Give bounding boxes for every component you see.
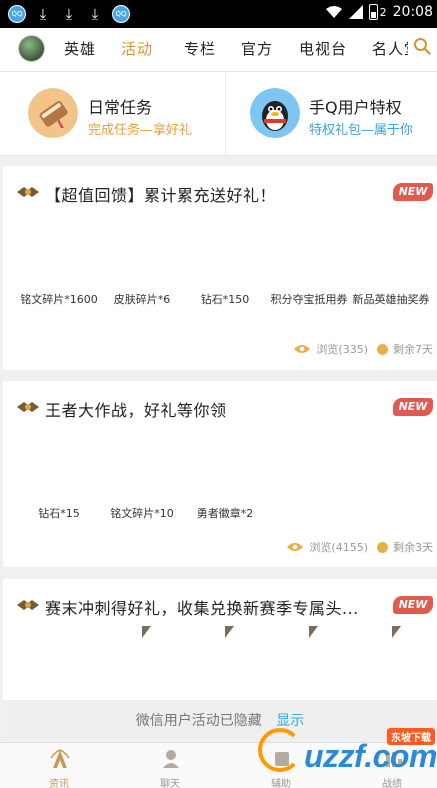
view-count: 浏览(335)	[316, 343, 368, 356]
activity-title: 赛末冲刺得好礼，收集兑换新赛季专属头...	[45, 599, 359, 618]
tab-hall-of-fame-clip: 名人堂	[372, 28, 408, 72]
clock-icon	[377, 541, 388, 553]
watermark-tag: 东坡下载	[387, 728, 435, 745]
status-time: 20:08	[392, 4, 433, 20]
reward-item: 铭文碎片*1600	[20, 293, 98, 306]
quick-cards: 日常任务 完成任务—拿好礼 手Q用户特权 特权礼包—属于你	[0, 72, 437, 156]
daily-task-subtitle: 完成任务—拿好礼	[88, 123, 193, 138]
daily-task-title: 日常任务	[88, 98, 153, 117]
activity-card[interactable]: 王者大作战，好礼等你领 NEW 钻石*15 铭文碎片*10 勇者徽章*2 浏览(…	[3, 381, 437, 567]
eye-icon	[287, 543, 304, 551]
tab-official[interactable]: 官方	[241, 38, 273, 59]
news-icon	[50, 749, 70, 768]
clock-icon	[377, 343, 388, 355]
tab-label: 聊天	[160, 779, 180, 788]
tab-columns[interactable]: 专栏	[184, 38, 216, 59]
activity-card[interactable]: 赛末冲刺得好礼，收集兑换新赛季专属头... NEW	[3, 579, 437, 700]
new-badge: NEW	[393, 398, 433, 416]
reward-image-placeholder	[309, 626, 318, 638]
qq-penguin-icon	[250, 88, 300, 138]
reward-image-placeholder	[225, 626, 234, 638]
view-count: 浏览(4155)	[309, 541, 368, 554]
tab-heroes[interactable]: 英雄	[64, 38, 96, 59]
activity-title: 【超值回馈】累计累充送好礼！	[45, 186, 277, 205]
tab-label: 资讯	[49, 779, 69, 788]
reward-item: 钻石*15	[38, 507, 80, 520]
quick-divider	[225, 72, 226, 156]
game-logo-icon	[17, 402, 39, 412]
reward-item: 钻石*150	[200, 293, 250, 306]
signal-icon	[348, 5, 363, 19]
tab-chat[interactable]: 聊天	[126, 743, 214, 788]
reward-item: 新品英雄抽奖券	[352, 293, 430, 306]
scroll-icon	[28, 88, 78, 138]
search-icon[interactable]	[413, 37, 431, 55]
qq-privilege-subtitle: 特权礼包—属于你	[309, 123, 414, 138]
site-watermark: uzzf.com 东坡下载	[252, 726, 437, 788]
download-icon: ⤓	[91, 5, 99, 23]
eye-icon	[294, 345, 311, 353]
watermark-ring	[258, 728, 302, 772]
chat-icon	[163, 750, 179, 768]
new-badge: NEW	[393, 596, 433, 614]
activity-title: 王者大作战，好礼等你领	[45, 401, 227, 420]
app-circle-icon: QQ	[112, 5, 130, 23]
remaining-days: 剩余7天	[393, 343, 433, 356]
download-icon: ⤓	[39, 5, 47, 23]
new-badge: NEW	[393, 183, 433, 201]
reward-image-placeholder	[142, 626, 151, 638]
activity-stats: 浏览(4155) 剩余3天	[287, 539, 433, 555]
reward-item: 铭文碎片*10	[110, 507, 174, 520]
game-logo-icon	[17, 600, 39, 610]
battery-label: 2	[379, 5, 387, 19]
tab-hall-of-fame[interactable]: 名人堂	[372, 38, 408, 59]
reward-image-placeholder	[392, 626, 401, 638]
app-circle-icon: QQ	[8, 5, 26, 23]
status-bar-system: 2 20:08	[325, 4, 433, 20]
status-bar: QQ ⤓ ⤓ ⤓ QQ 2 20:08	[0, 0, 437, 28]
reward-item: 皮肤碎片*6	[113, 293, 171, 306]
avatar[interactable]	[18, 35, 45, 62]
wifi-icon	[325, 6, 342, 18]
reward-item: 勇者徽章*2	[196, 507, 254, 520]
tab-news[interactable]: 资讯	[15, 743, 103, 788]
download-icon: ⤓	[65, 5, 73, 23]
top-nav: 英雄 活动 专栏 官方 电视台 名人堂	[0, 28, 437, 72]
activity-card[interactable]: 【超值回馈】累计累充送好礼！ NEW 铭文碎片*1600 皮肤碎片*6 钻石*1…	[3, 166, 437, 370]
remaining-days: 剩余3天	[393, 541, 433, 554]
battery-icon	[368, 4, 378, 20]
qq-privilege-title: 手Q用户特权	[309, 98, 402, 117]
tab-activities[interactable]: 活动	[121, 38, 153, 59]
game-logo-icon	[17, 187, 39, 197]
activity-stats: 浏览(335) 剩余7天	[294, 341, 433, 357]
tab-tv[interactable]: 电视台	[299, 38, 347, 59]
hidden-notice-text: 微信用户活动已隐藏	[135, 713, 262, 729]
status-bar-notifications: QQ ⤓ ⤓ ⤓ QQ	[8, 5, 130, 23]
reward-item: 积分夺宝抵用券	[270, 293, 348, 306]
